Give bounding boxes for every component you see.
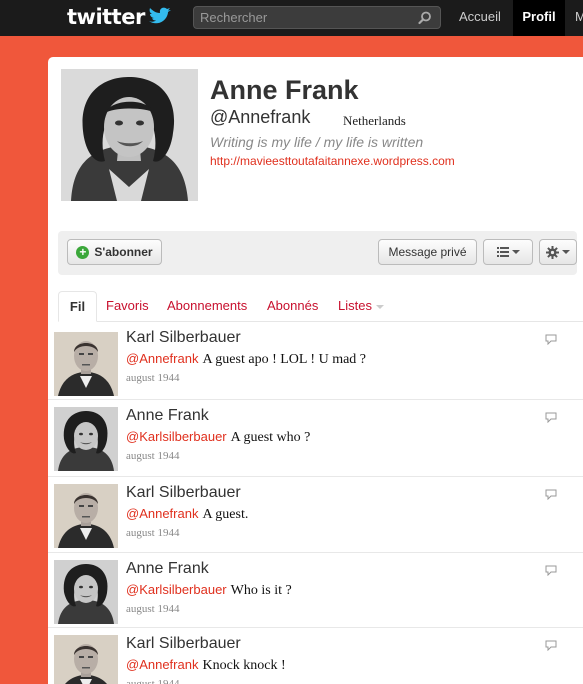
- profile-handle: @Annefrank: [210, 107, 311, 127]
- follow-button[interactable]: + S'abonner: [67, 239, 162, 265]
- tab-lists[interactable]: Listes: [338, 291, 384, 322]
- tweet-date[interactable]: august 1944: [126, 372, 179, 384]
- tweet-text: @Annefrank A guest.: [126, 506, 248, 523]
- tab-following[interactable]: Abonnements: [167, 291, 247, 322]
- reply-icon[interactable]: [545, 565, 557, 576]
- direct-message-button[interactable]: Message privé: [378, 239, 477, 265]
- tweet-mention[interactable]: @Annefrank: [126, 351, 198, 366]
- tweet-text: @Karlsilberbauer A guest who ?: [126, 429, 310, 446]
- list-icon: [496, 247, 509, 257]
- tweet-item[interactable]: Karl Silberbauer @Annefrank A guest apo !…: [48, 322, 583, 400]
- profile-location: Netherlands: [343, 113, 406, 128]
- tweet-item[interactable]: Anne Frank @Karlsilberbauer A guest who ?…: [48, 400, 583, 477]
- tweet-mention[interactable]: @Karlsilberbauer: [126, 429, 227, 444]
- tweet-author[interactable]: Karl Silberbauer: [126, 329, 241, 347]
- tweet-mention[interactable]: @Annefrank: [126, 506, 198, 521]
- twitter-bird-icon: [148, 7, 171, 24]
- reply-icon[interactable]: [545, 334, 557, 345]
- tab-timeline[interactable]: Fil: [58, 291, 97, 322]
- logo-wordmark: twitter: [67, 5, 145, 29]
- tweet-text: @Annefrank A guest apo ! LOL ! U mad ?: [126, 351, 366, 368]
- tweet-body: A guest apo ! LOL ! U mad ?: [202, 352, 367, 367]
- profile-name: Anne Frank: [210, 75, 359, 105]
- direct-message-label: Message privé: [388, 245, 467, 259]
- tab-followers[interactable]: Abonnés: [267, 291, 318, 322]
- tab-lists-label: Listes: [338, 298, 372, 313]
- tweet-avatar[interactable]: [54, 484, 118, 548]
- tweet-author[interactable]: Karl Silberbauer: [126, 484, 241, 502]
- action-bar: + S'abonner Message privé: [58, 231, 577, 275]
- search-icon[interactable]: [418, 11, 432, 25]
- profile-url[interactable]: http://mavieesttoutafaitannexe.wordpress…: [210, 154, 455, 168]
- tweet-item[interactable]: Anne Frank @Karlsilberbauer Who is it ? a…: [48, 553, 583, 628]
- tweet-item[interactable]: Karl Silberbauer @Annefrank Knock knock !…: [48, 628, 583, 684]
- search-box[interactable]: [193, 6, 441, 29]
- gear-icon: [546, 245, 559, 259]
- profile-avatar[interactable]: [61, 69, 198, 201]
- search-input[interactable]: [200, 9, 410, 26]
- settings-menu-button[interactable]: [539, 239, 577, 265]
- tweet-avatar[interactable]: [54, 407, 118, 471]
- tab-favorites[interactable]: Favoris: [106, 291, 149, 322]
- tweet-author[interactable]: Karl Silberbauer: [126, 635, 241, 653]
- twitter-logo[interactable]: twitter: [67, 5, 173, 29]
- chevron-down-icon: [375, 304, 384, 309]
- tweet-date[interactable]: august 1944: [126, 527, 179, 539]
- tweet-date[interactable]: august 1944: [126, 678, 179, 684]
- tweet-body: Who is it ?: [230, 583, 292, 598]
- tweet-avatar[interactable]: [54, 332, 118, 396]
- tweet-text: @Karlsilberbauer Who is it ?: [126, 582, 292, 599]
- chevron-down-icon: [562, 250, 570, 254]
- tweet-mention[interactable]: @Annefrank: [126, 657, 198, 672]
- tweet-text: @Annefrank Knock knock !: [126, 657, 286, 674]
- top-bar: twitter Accueil Profil M: [0, 0, 583, 36]
- profile-tabs: Fil Favoris Abonnements Abonnés Listes: [58, 291, 583, 322]
- plus-icon: +: [76, 245, 90, 259]
- reply-icon[interactable]: [545, 640, 557, 651]
- profile-panel: Anne Frank @Annefrank Netherlands Writin…: [48, 57, 583, 684]
- nav-more[interactable]: M: [575, 0, 583, 36]
- tweet-date[interactable]: august 1944: [126, 450, 179, 462]
- nav-home[interactable]: Accueil: [459, 0, 501, 36]
- reply-icon[interactable]: [545, 412, 557, 423]
- tweet-avatar[interactable]: [54, 560, 118, 624]
- reply-icon[interactable]: [545, 489, 557, 500]
- tweet-body: A guest.: [202, 507, 249, 522]
- tweet-body: Knock knock !: [202, 658, 286, 673]
- tweet-author[interactable]: Anne Frank: [126, 560, 209, 578]
- follow-button-label: S'abonner: [94, 245, 153, 259]
- tweet-body: A guest who ?: [230, 430, 311, 445]
- tweet-author[interactable]: Anne Frank: [126, 407, 209, 425]
- tweet-date[interactable]: august 1944: [126, 603, 179, 615]
- tweet-avatar[interactable]: [54, 635, 118, 684]
- chevron-down-icon: [511, 250, 520, 254]
- tweet-item[interactable]: Karl Silberbauer @Annefrank A guest. augu…: [48, 477, 583, 553]
- tweet-mention[interactable]: @Karlsilberbauer: [126, 582, 227, 597]
- profile-bio: Writing is my life / my life is written: [210, 134, 424, 150]
- list-menu-button[interactable]: [483, 239, 533, 265]
- nav-profile[interactable]: Profil: [513, 0, 565, 36]
